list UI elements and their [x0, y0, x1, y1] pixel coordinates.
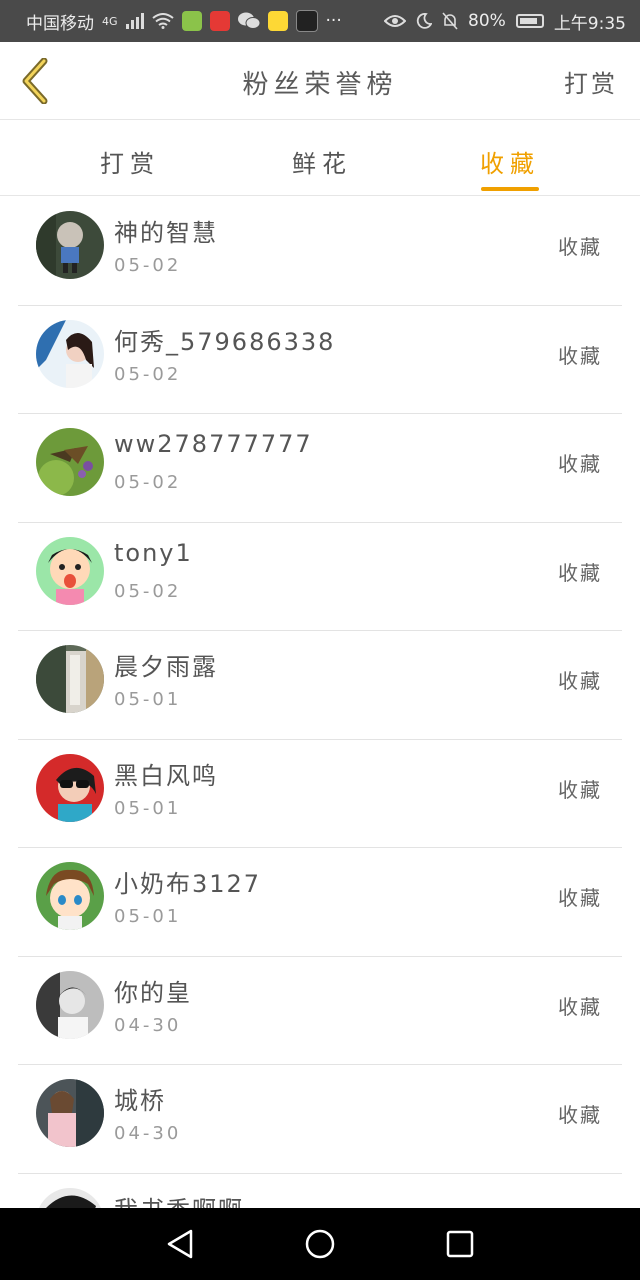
avatar: [36, 1079, 104, 1147]
fan-name: 城桥: [114, 1087, 166, 1115]
reader-app-icon: [267, 11, 288, 31]
app-notification-icon: [181, 11, 202, 31]
moon-icon: [416, 13, 433, 29]
status-bar-left: 中国移动 4G ···: [26, 9, 342, 34]
fan-date: 05-02: [114, 255, 182, 276]
fan-date: 05-01: [114, 797, 182, 819]
circle-home-icon: [305, 1229, 335, 1259]
fan-action-type: 收藏: [558, 452, 602, 476]
avatar: [36, 645, 104, 713]
mute-bell-icon: [442, 12, 458, 30]
carrier-text: 中国移动: [26, 13, 94, 34]
square-recents-icon: [446, 1230, 474, 1258]
avatar: [36, 862, 104, 930]
status-bar-right: 80% 上午9:35: [384, 9, 626, 34]
fan-name: 小奶布3127: [114, 870, 262, 898]
fan-name: ww278777777: [114, 430, 313, 458]
nav-recents-button[interactable]: [430, 1214, 490, 1274]
list-item[interactable]: 我书香啊啊: [0, 1174, 640, 1209]
list-item[interactable]: 何秀_579686338 05-02 收藏: [0, 306, 640, 414]
signal-icon: [125, 13, 144, 29]
tab-flowers[interactable]: 鲜花: [262, 120, 382, 196]
list-item[interactable]: tony1 05-02 收藏: [0, 523, 640, 631]
fan-action-type: 收藏: [558, 994, 602, 1019]
avatar: [36, 753, 104, 822]
fan-name: 你的皇: [114, 978, 192, 1007]
fan-name: 何秀_579686338: [114, 327, 336, 356]
fan-name: tony1: [114, 538, 193, 567]
network-type-text: 4G: [102, 14, 118, 28]
avatar: [36, 970, 104, 1039]
reward-button[interactable]: 打赏: [564, 64, 618, 99]
fan-action-type: 收藏: [558, 777, 602, 802]
nav-back-button[interactable]: [150, 1214, 210, 1274]
fan-date: 05-01: [114, 689, 182, 710]
fan-action-type: 收藏: [558, 1103, 602, 1127]
tab-favorites[interactable]: 收藏: [450, 120, 570, 196]
list-item[interactable]: 黑白风鸣 05-01 收藏: [0, 740, 640, 848]
time-text: 上午9:35: [553, 13, 626, 34]
fan-name: 晨夕雨露: [114, 653, 218, 681]
wechat-icon: [237, 12, 260, 29]
fan-date: 04-30: [114, 1014, 182, 1036]
avatar: [36, 319, 104, 388]
tab-label: 鲜花: [292, 150, 352, 178]
fan-action-type: 收藏: [558, 343, 602, 368]
list-item[interactable]: 你的皇 04-30 收藏: [0, 957, 640, 1065]
page-header: 粉丝荣誉榜 打赏: [0, 42, 640, 120]
tab-label: 打赏: [100, 150, 160, 178]
more-notifications-icon: ···: [325, 11, 342, 31]
active-tab-indicator: [481, 187, 539, 191]
battery-icon: [515, 14, 544, 28]
battery-percent-text: 80%: [468, 11, 506, 31]
fan-action-type: 收藏: [558, 235, 602, 259]
list-item[interactable]: 城桥 04-30 收藏: [0, 1065, 640, 1174]
avatar: [36, 211, 104, 279]
fan-name: 黑白风鸣: [114, 761, 218, 790]
fan-date: 05-01: [114, 906, 182, 927]
avatar: [36, 1187, 104, 1208]
page-title: 粉丝荣誉榜: [242, 70, 398, 100]
fan-name: 我书香啊啊: [114, 1190, 244, 1209]
list-item[interactable]: 神的智慧 05-02 收藏: [0, 197, 640, 306]
fan-action-type: 收藏: [558, 560, 602, 585]
triangle-back-icon: [167, 1229, 193, 1259]
nav-home-button[interactable]: [290, 1214, 350, 1274]
tab-bar: 打赏 鲜花 收藏: [0, 120, 640, 196]
tab-label: 收藏: [480, 150, 540, 178]
fan-action-type: 收藏: [558, 886, 602, 910]
tab-reward[interactable]: 打赏: [70, 120, 190, 196]
fan-name: 神的智慧: [114, 219, 218, 247]
fan-list: 神的智慧 05-02 收藏 何秀_579686338 05-02 收藏 ww27…: [0, 197, 640, 1208]
avatar: [36, 428, 104, 496]
fan-date: 05-02: [114, 363, 182, 385]
wifi-icon: [151, 13, 174, 29]
fan-action-type: 收藏: [558, 669, 602, 693]
video-app-icon: [209, 11, 230, 31]
list-item[interactable]: 小奶布3127 05-01 收藏: [0, 848, 640, 957]
eye-icon: [384, 15, 407, 27]
list-item[interactable]: ww278777777 05-02 收藏: [0, 414, 640, 523]
list-item[interactable]: 晨夕雨露 05-01 收藏: [0, 631, 640, 740]
movie-app-icon: [295, 10, 318, 32]
fan-date: 05-02: [114, 472, 182, 493]
avatar: [36, 536, 104, 605]
system-navigation-bar: [0, 1208, 640, 1280]
fan-date: 05-02: [114, 580, 182, 602]
fan-date: 04-30: [114, 1123, 182, 1144]
status-bar: 中国移动 4G ··· 80% 上午9:35: [0, 0, 640, 42]
